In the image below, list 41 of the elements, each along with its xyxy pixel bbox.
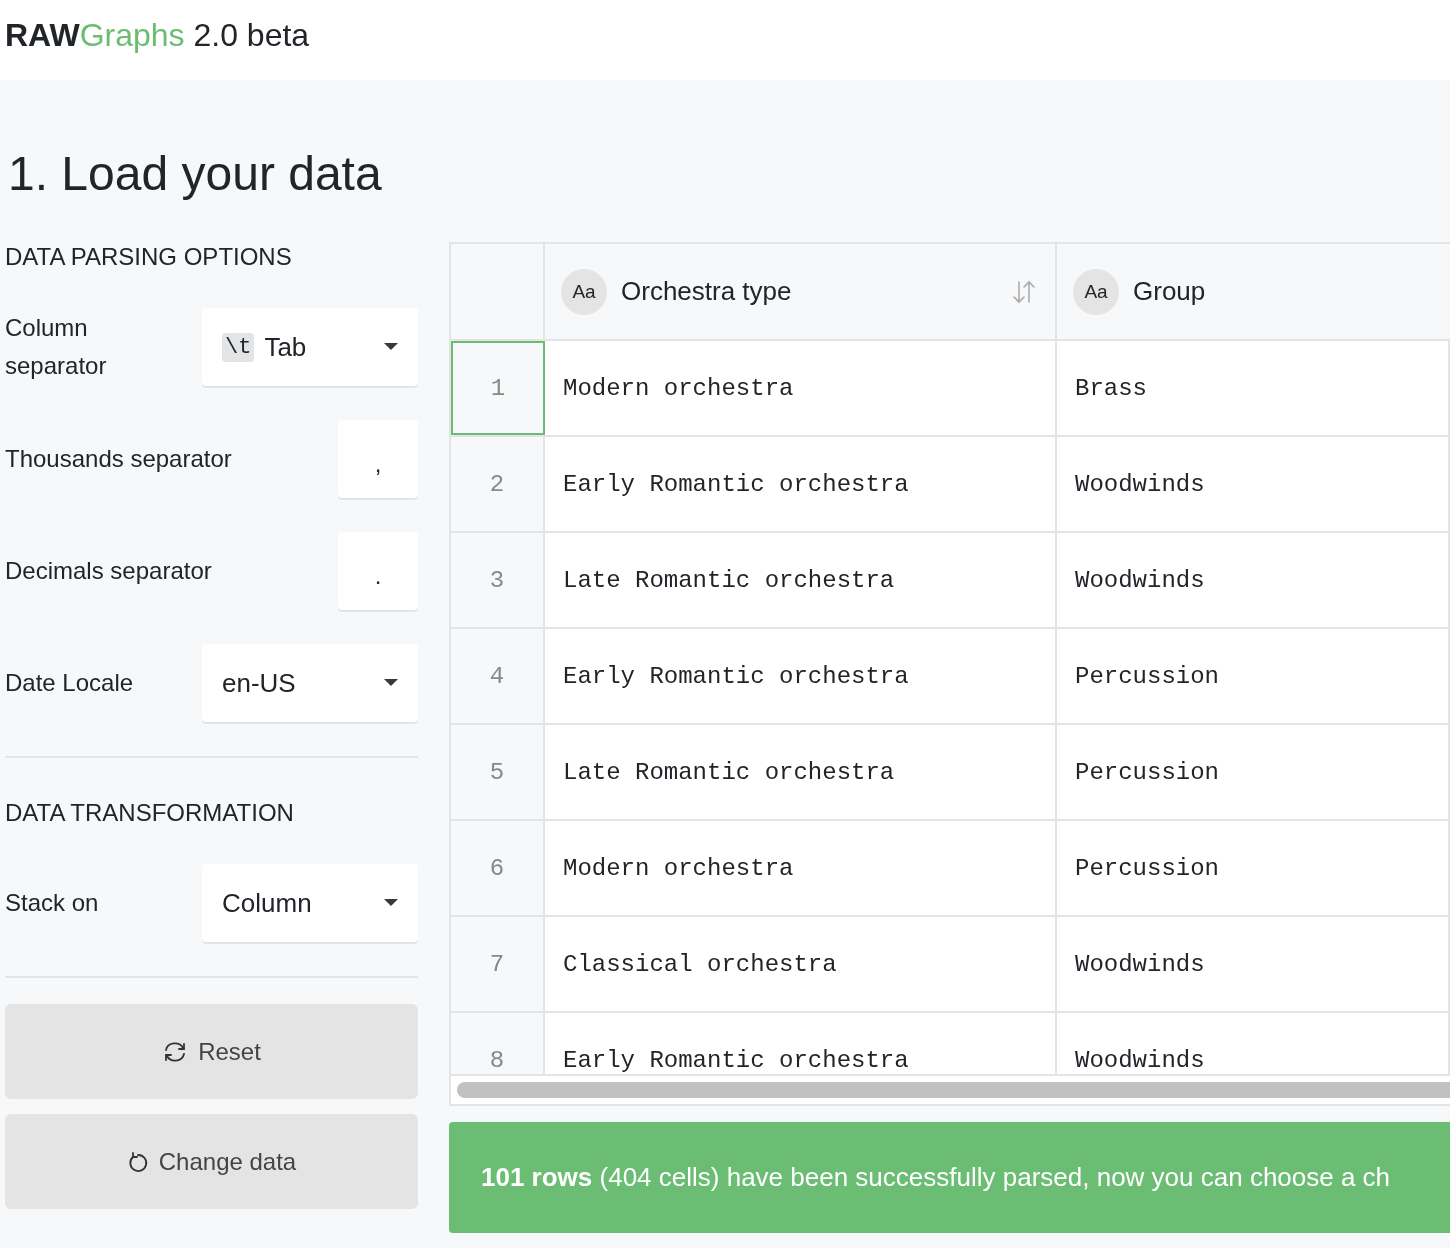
table-cell: Late Romantic orchestra	[545, 725, 1057, 819]
table-cell: Percussion	[1057, 725, 1450, 819]
option-label: Stack on	[5, 888, 99, 918]
caret-icon	[384, 899, 398, 907]
type-badge[interactable]: Aa	[1073, 268, 1119, 315]
table-cell: Early Romantic orchestra	[545, 629, 1057, 723]
table-cell: Woodwinds	[1057, 917, 1450, 1011]
section-heading: DATA PARSING OPTIONS	[5, 242, 293, 272]
caret-icon	[384, 343, 398, 351]
option-label: Decimals separator	[5, 556, 212, 586]
caret-icon	[384, 679, 398, 687]
dropdown-field[interactable]: \t Tab	[202, 308, 418, 386]
page-title: 1. Load your data	[8, 146, 383, 202]
scrollbar-thumb[interactable]	[457, 1082, 1450, 1098]
dropdown-field[interactable]: Column	[202, 864, 418, 942]
column-header[interactable]: Group	[1133, 276, 1450, 307]
undo-icon	[126, 1150, 149, 1173]
table-cell: Early Romantic orchestra	[545, 437, 1057, 531]
app-logo[interactable]: RAWGraphs 2.0 beta	[5, 16, 310, 54]
input-field[interactable]: ,	[338, 420, 418, 498]
column-header[interactable]: Orchestra type	[621, 276, 997, 307]
type-badge[interactable]: Aa	[561, 268, 607, 315]
option-label: Date Locale	[5, 668, 134, 698]
table-cell: Late Romantic orchestra	[545, 533, 1057, 627]
table-cell: Percussion	[1057, 821, 1450, 915]
input-field[interactable]: .	[338, 532, 418, 610]
table-cell: Classical orchestra	[545, 917, 1057, 1011]
table-cell: Woodwinds	[1057, 533, 1450, 627]
success-banner: 101 rows (404 cells) have been successfully parsed, now you can choose a ch	[449, 1122, 1450, 1233]
option-label: Column separator	[5, 313, 108, 381]
section-heading: DATA TRANSFORMATION	[5, 798, 295, 828]
sort-icon[interactable]	[1011, 278, 1037, 305]
table-cell: Percussion	[1057, 629, 1450, 723]
table-cell: Woodwinds	[1057, 437, 1450, 531]
table-cell: Modern orchestra	[545, 341, 1057, 435]
action-button[interactable]: Reset	[5, 1004, 418, 1099]
dropdown-field[interactable]: en-US	[202, 644, 418, 722]
action-button[interactable]: Change data	[5, 1114, 418, 1209]
table-cell: Modern orchestra	[545, 821, 1057, 915]
option-label: Thousands separator	[5, 444, 232, 474]
table-cell: Brass	[1057, 341, 1450, 435]
